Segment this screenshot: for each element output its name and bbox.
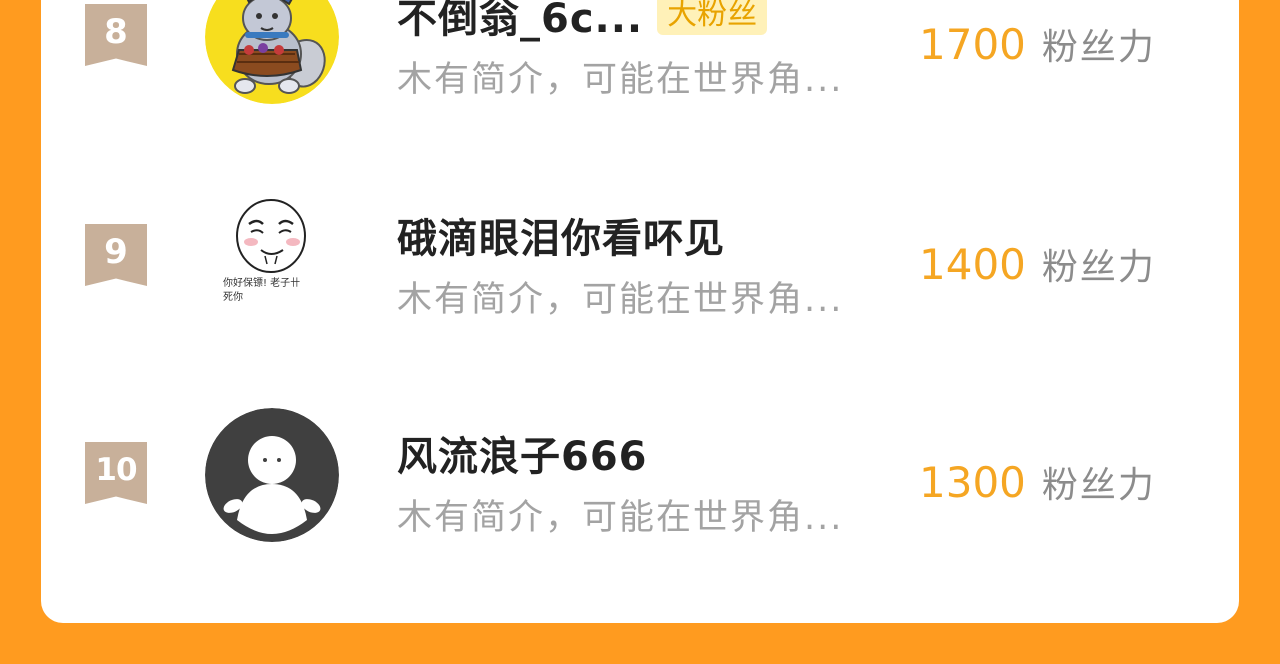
score-unit: 粉丝力 [1041,27,1156,68]
score-unit: 粉丝力 [1041,465,1156,506]
default-user-avatar-icon [205,408,339,542]
score-unit: 粉丝力 [1041,247,1156,288]
fan-power-score: 1400 粉丝力 [919,238,1179,290]
user-name[interactable]: 风流浪子666 [397,424,648,482]
ranking-row[interactable]: 8 不倒翁_6c... 大粉丝 木有简介，可能在世界角... 1700 粉丝力 [41,0,1239,120]
fan-level-badge: 大粉丝 [657,0,768,35]
score-value: 1300 [919,458,1026,507]
user-bio: 木有简介，可能在世界角... [397,280,844,320]
score-value: 1700 [919,20,1026,69]
rank-badge: 10 [85,442,147,504]
user-name[interactable]: 硪滴眼泪你看吥见 [397,206,725,264]
fan-power-score: 1700 粉丝力 [919,18,1179,70]
user-bio: 木有简介，可能在世界角... [397,498,844,538]
meme-caption-2: 死你 [223,290,243,303]
ranking-card: 8 不倒翁_6c... 大粉丝 木有简介，可能在世界角... 1700 粉丝力 … [41,0,1239,623]
ranking-row[interactable]: 10 风流浪子666 木有简介，可能在世界角... 1300 粉丝力 [41,398,1239,558]
name-line: 风流浪子666 [397,428,648,480]
ranking-row[interactable]: 9 你好保镖! 老子卄 死你 硪滴眼泪你看吥见 木有简介，可能在世界角... 1… [41,180,1239,340]
rank-badge: 9 [85,224,147,286]
cartoon-animal-avatar-icon [205,0,339,104]
user-avatar[interactable] [205,408,339,542]
name-line: 不倒翁_6c... 大粉丝 [397,0,768,42]
user-bio: 木有简介，可能在世界角... [397,60,844,100]
user-name[interactable]: 不倒翁_6c... [397,0,643,44]
meme-face-avatar-icon: 你好保镖! 老子卄 死你 [205,190,339,324]
fan-power-score: 1300 粉丝力 [919,456,1179,508]
score-value: 1400 [919,240,1026,289]
name-line: 硪滴眼泪你看吥见 [397,210,725,262]
rank-badge: 8 [85,4,147,66]
user-avatar[interactable] [205,0,339,104]
meme-caption-1: 你好保镖! 老子卄 [223,276,300,289]
user-avatar[interactable]: 你好保镖! 老子卄 死你 [205,190,339,324]
